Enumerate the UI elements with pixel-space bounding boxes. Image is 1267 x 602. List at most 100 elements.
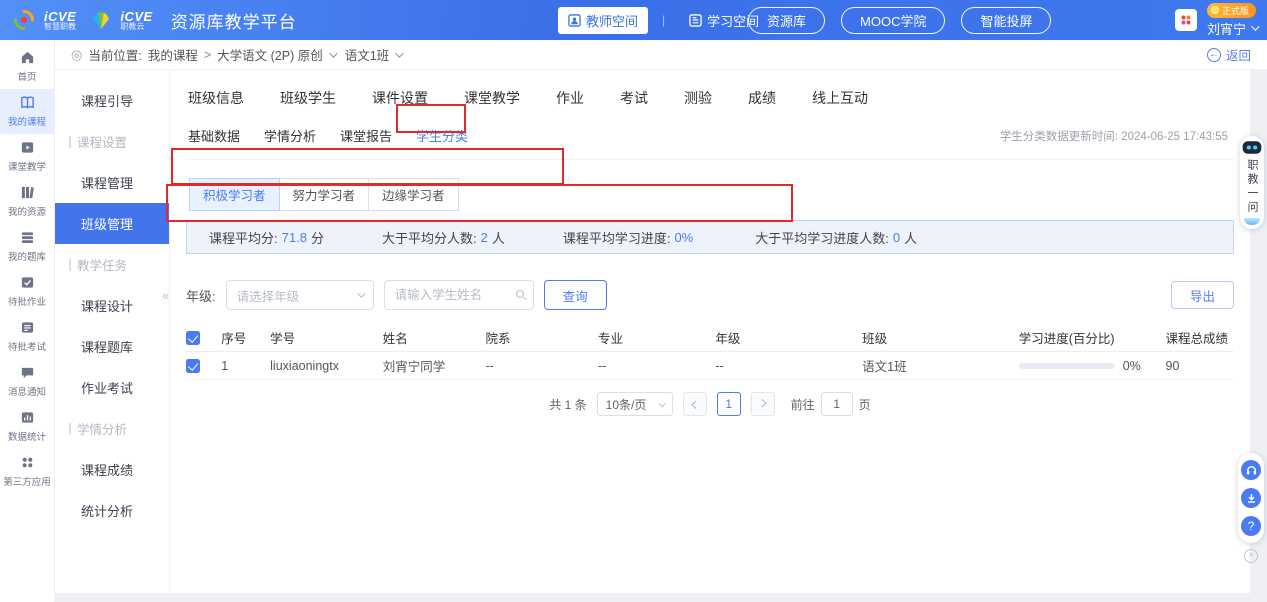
subtab-classroom-report[interactable]: 课堂报告 — [340, 126, 392, 145]
menu-course-question-bank[interactable]: 课程题库 — [55, 326, 169, 367]
category-active-learners[interactable]: 积极学习者 — [189, 178, 280, 211]
statistics-icon — [20, 410, 35, 425]
menu-homework-exam[interactable]: 作业考试 — [55, 367, 169, 408]
export-button[interactable]: 导出 — [1171, 281, 1234, 309]
pagination: 共 1 条 10条/页 1 前往 页 — [186, 392, 1234, 416]
tab-courseware-settings[interactable]: 课件设置 — [372, 88, 428, 108]
goto-label: 前往 — [791, 396, 815, 413]
resource-library-button[interactable]: 资源库 — [748, 7, 825, 34]
sidebar-item-home[interactable]: 首页 — [0, 44, 54, 89]
chevron-down-icon — [1251, 22, 1259, 30]
tab-homework[interactable]: 作业 — [556, 88, 584, 108]
mini-app-icon[interactable] — [1175, 9, 1197, 31]
sidebar-item-notifications[interactable]: 消息通知 — [0, 359, 54, 404]
prev-page-button[interactable] — [683, 392, 707, 416]
menu-course-grades[interactable]: 课程成绩 — [55, 449, 169, 490]
classroom-icon — [20, 140, 35, 155]
student-name-search — [384, 280, 534, 310]
subtab-student-classification[interactable]: 学生分类 — [416, 126, 468, 145]
stat-course-average: 课程平均分: 71.8 分 — [209, 228, 324, 247]
cell-total-score: 90 — [1166, 359, 1235, 373]
group-bar — [69, 259, 71, 271]
group-label: 学情分析 — [77, 419, 127, 438]
breadcrumb-my-courses[interactable]: 我的课程 — [148, 45, 198, 64]
menu-course-guide[interactable]: 课程引导 — [55, 80, 169, 121]
sidebar-collapse-icon[interactable]: « — [162, 288, 169, 303]
help-button[interactable]: ? — [1241, 516, 1261, 536]
row-checkbox[interactable] — [186, 359, 200, 373]
tab-quiz[interactable]: 测验 — [684, 88, 712, 108]
shell-logo-icon — [90, 9, 112, 31]
user-menu[interactable]: 刘宵宁 — [1207, 19, 1257, 38]
sidebar-item-classroom-teaching[interactable]: 课堂教学 — [0, 134, 54, 179]
next-page-button[interactable] — [751, 392, 775, 416]
subtab-basic-data[interactable]: 基础数据 — [188, 126, 240, 145]
rail-label: 我的课程 — [8, 113, 46, 127]
stat-above-progress-count: 大于平均学习进度人数: 0 人 — [755, 228, 917, 247]
page-size-select[interactable]: 10条/页 — [597, 392, 673, 416]
student-name-input[interactable] — [384, 280, 534, 310]
cell-progress: 0% — [1019, 359, 1166, 373]
icve-swirl-logo-icon — [12, 8, 36, 32]
support-button[interactable] — [1241, 460, 1261, 480]
tab-class-students[interactable]: 班级学生 — [280, 88, 336, 108]
menu-statistical-analysis[interactable]: 统计分析 — [55, 490, 169, 531]
breadcrumb: ◎ 当前位置: 我的课程 > 大学语文 (2P) 原创 语文1班 ← 返回 — [55, 40, 1267, 70]
goto-unit: 页 — [859, 396, 871, 413]
home-icon — [20, 50, 35, 65]
back-label: 返回 — [1226, 45, 1251, 64]
sidebar-item-statistics[interactable]: 数据统计 — [0, 404, 54, 449]
sidebar-item-pending-exams[interactable]: 待批考试 — [0, 314, 54, 359]
tab-class-info[interactable]: 班级信息 — [188, 88, 244, 108]
sidebar-item-pending-homework[interactable]: 待批作业 — [0, 269, 54, 314]
tab-exam[interactable]: 考试 — [620, 88, 648, 108]
header-total-score: 课程总成绩 — [1166, 328, 1235, 347]
current-page-button[interactable]: 1 — [717, 392, 741, 416]
breadcrumb-course-select[interactable]: 大学语文 (2P) 原创 — [217, 45, 323, 64]
brand-area: iCVE 智慧职教 iCVE 职教云 资源库教学平台 — [12, 8, 297, 33]
chevron-down-icon — [357, 289, 365, 297]
chevron-down-icon — [658, 400, 665, 407]
goto-page-input[interactable] — [821, 392, 853, 416]
sidebar-item-question-bank[interactable]: 我的题库 — [0, 224, 54, 269]
mooc-college-button[interactable]: MOOC学院 — [841, 7, 945, 34]
select-all-checkbox[interactable] — [186, 331, 200, 345]
tab-classroom-teaching[interactable]: 课堂教学 — [464, 88, 520, 108]
grade-label: 年级: — [186, 286, 216, 305]
category-hardworking-learners[interactable]: 努力学习者 — [279, 178, 370, 211]
menu-course-management[interactable]: 课程管理 — [55, 162, 169, 203]
ai-assistant-widget[interactable]: 职教一问 — [1240, 136, 1264, 229]
subtab-learning-analysis[interactable]: 学情分析 — [264, 126, 316, 145]
logo1-sub: 智慧职教 — [44, 23, 76, 31]
back-button[interactable]: ← 返回 — [1207, 45, 1251, 64]
filter-row: 年级: 请选择年级 查询 导出 — [186, 280, 1234, 310]
tab-grades[interactable]: 成绩 — [748, 88, 776, 108]
smart-screencast-button[interactable]: 智能投屏 — [961, 7, 1051, 34]
students-table: 序号 学号 姓名 院系 专业 年级 班级 学习进度(百分比) 课程总成绩 1 l… — [186, 324, 1234, 380]
main-content: 班级信息 班级学生 课件设置 课堂教学 作业 考试 测验 成绩 线上互动 基础数… — [170, 70, 1250, 593]
chevron-down-icon[interactable] — [395, 49, 403, 57]
menu-course-design[interactable]: 课程设计 — [55, 285, 169, 326]
sidebar-item-my-courses[interactable]: 我的课程 — [0, 89, 54, 134]
download-icon — [1245, 492, 1258, 505]
stats-bar: 课程平均分: 71.8 分 大于平均分人数: 2 人 课程平均学习进度: 0% … — [186, 220, 1234, 254]
teacher-space-tab[interactable]: 教师空间 — [558, 7, 648, 34]
menu-group-learning-analysis: 学情分析 — [55, 408, 169, 449]
grade-select[interactable]: 请选择年级 — [226, 280, 374, 310]
header-student-id: 学号 — [270, 328, 383, 347]
stat-value: 2 — [481, 230, 488, 245]
page-size-value: 10条/页 — [606, 396, 647, 413]
download-button[interactable] — [1241, 488, 1261, 508]
query-button[interactable]: 查询 — [544, 280, 607, 310]
category-marginal-learners[interactable]: 边缘学习者 — [368, 178, 459, 211]
left-icon-rail: 首页 我的课程 课堂教学 我的资源 我的题库 待批作业 待批考试 消息通知 数据… — [0, 40, 55, 602]
widget-collapse-icon[interactable]: × — [1244, 549, 1258, 563]
sidebar-item-third-party-apps[interactable]: 第三方应用 — [0, 449, 54, 494]
tab-online-interaction[interactable]: 线上互动 — [812, 88, 868, 108]
breadcrumb-separator: > — [204, 48, 211, 62]
rail-label: 课堂教学 — [8, 158, 46, 172]
breadcrumb-class-select[interactable]: 语文1班 — [345, 45, 389, 64]
sidebar-item-my-resources[interactable]: 我的资源 — [0, 179, 54, 224]
menu-class-management[interactable]: 班级管理 — [55, 203, 169, 244]
chevron-down-icon[interactable] — [329, 49, 337, 57]
